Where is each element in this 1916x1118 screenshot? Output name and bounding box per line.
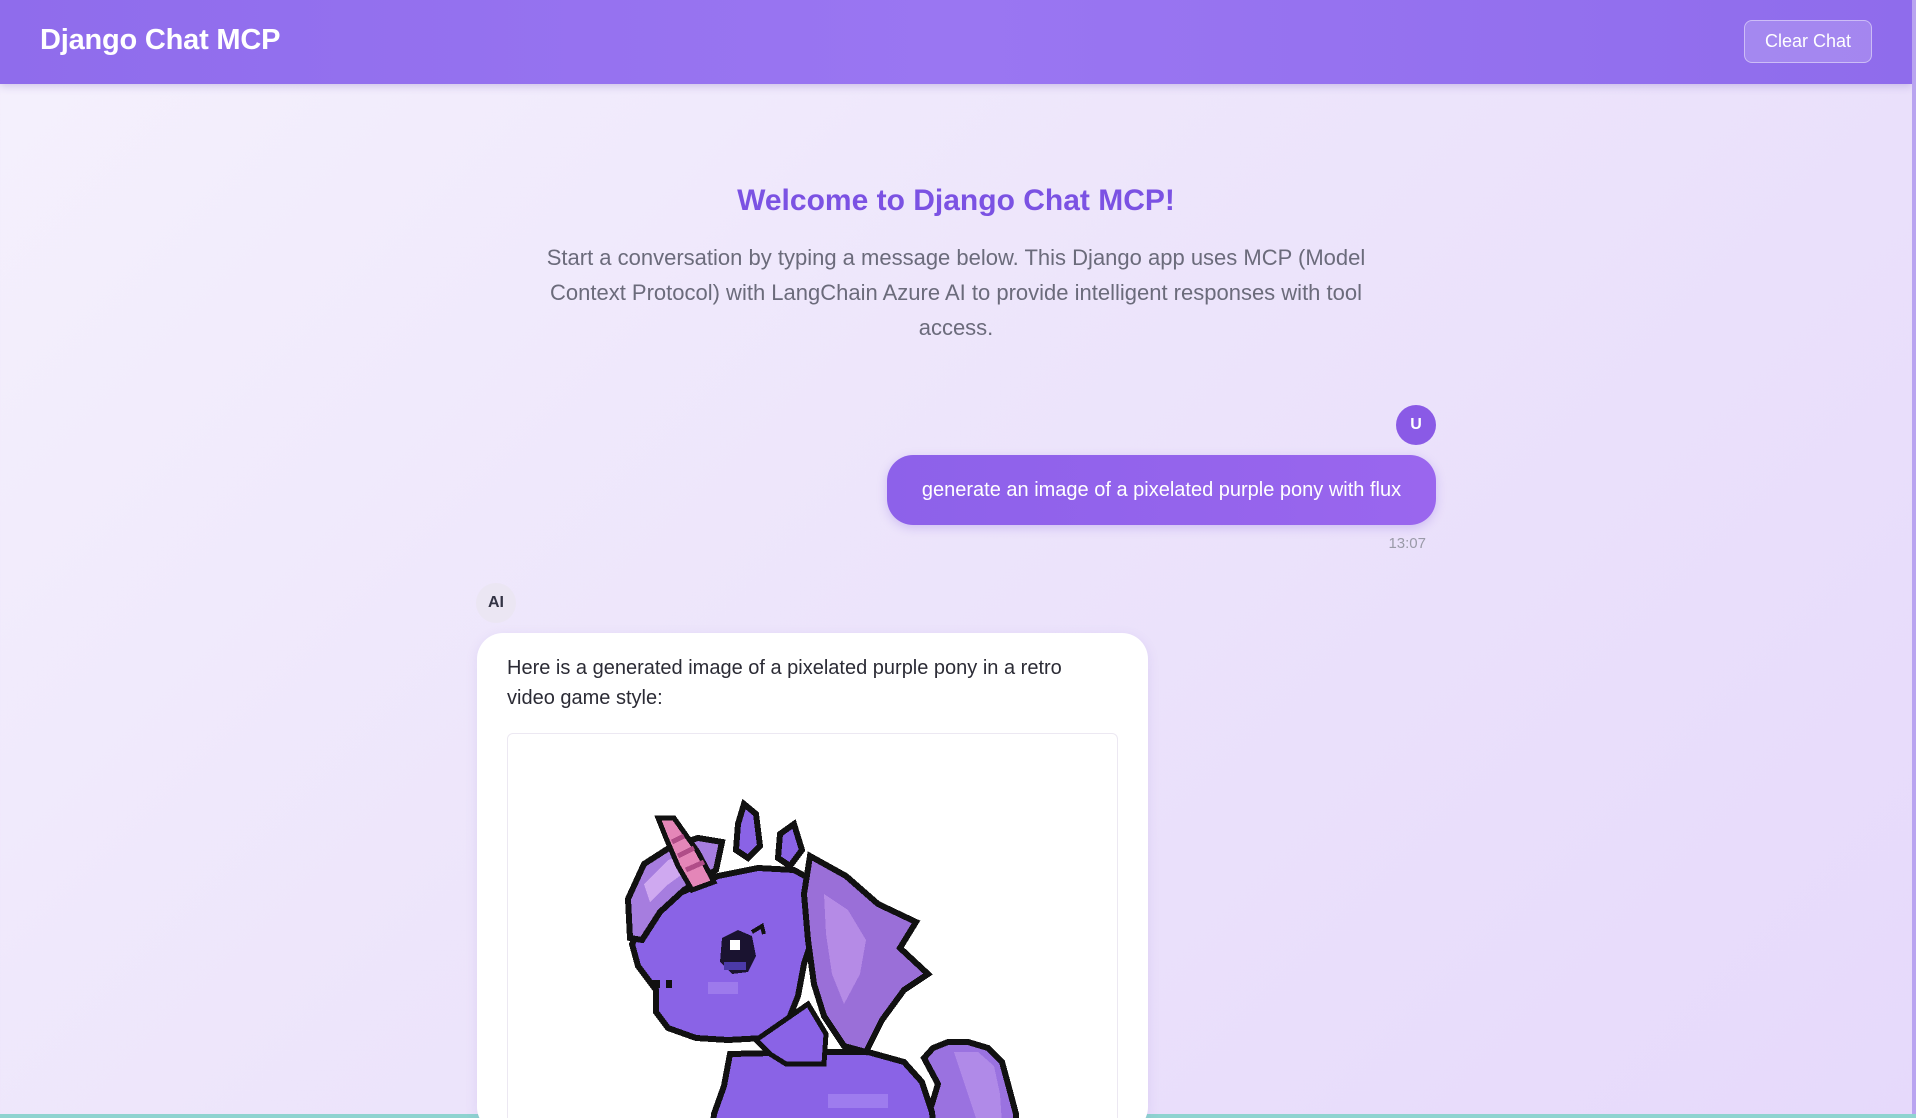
user-avatar: U <box>1396 405 1436 445</box>
app-title: Django Chat MCP <box>40 24 281 56</box>
app-header: Django Chat MCP Clear Chat <box>0 0 1912 84</box>
welcome-title: Welcome to Django Chat MCP! <box>737 184 1175 217</box>
message-timestamp: 13:07 <box>1388 535 1426 552</box>
ai-avatar: AI <box>476 583 516 623</box>
welcome-text: Start a conversation by typing a message… <box>546 245 1366 340</box>
window-edge <box>1912 0 1916 1118</box>
ai-message-text: Here is a generated image of a pixelated… <box>507 657 1062 709</box>
clear-chat-button[interactable]: Clear Chat <box>1744 20 1872 63</box>
generated-image-frame[interactable] <box>507 733 1118 1118</box>
ai-message-bubble: Here is a generated image of a pixelated… <box>477 633 1148 1118</box>
user-message-bubble: generate an image of a pixelated purple … <box>887 455 1436 525</box>
user-message-text: generate an image of a pixelated purple … <box>921 478 1402 501</box>
pixel-purple-pony-image <box>624 798 1020 1118</box>
